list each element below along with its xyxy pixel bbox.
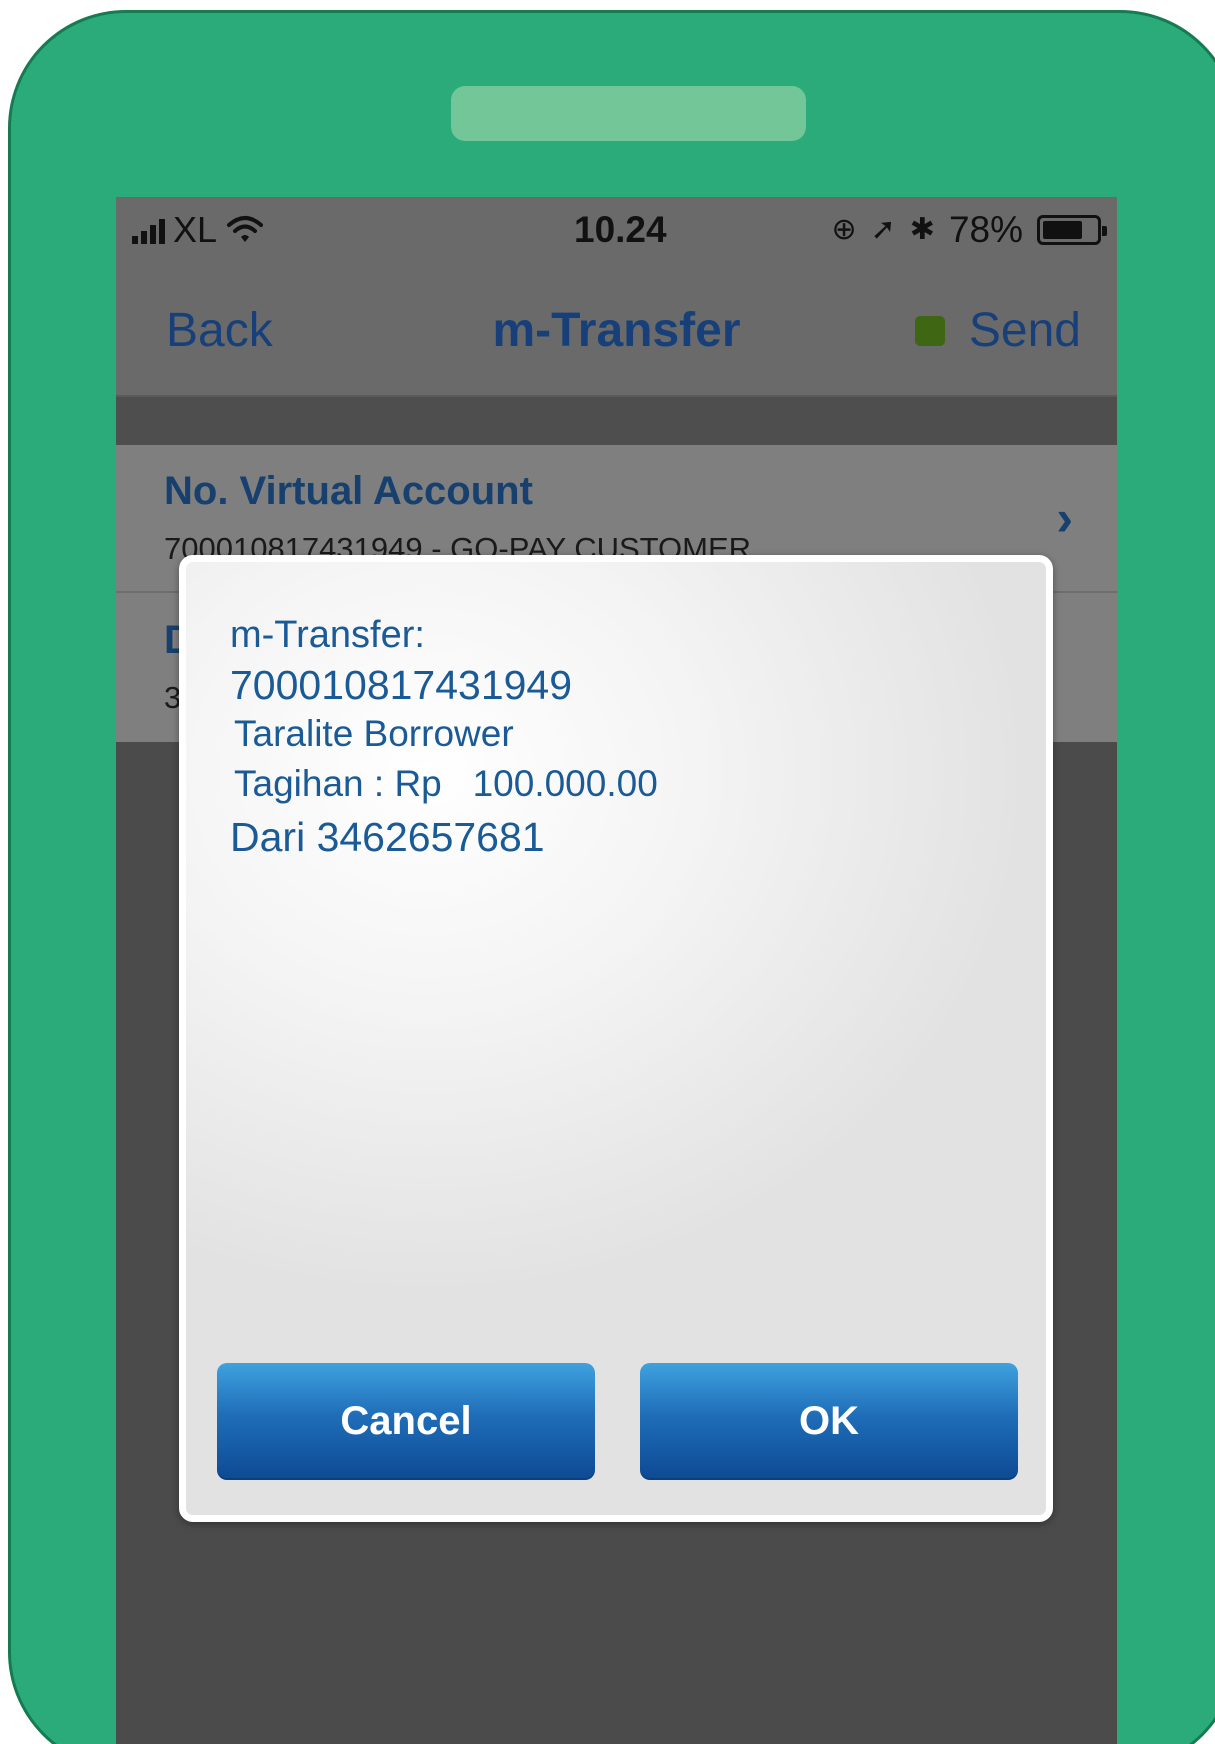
- battery-fill: [1043, 221, 1083, 239]
- section-gap: [116, 397, 1117, 445]
- bluetooth-icon: ✱: [909, 213, 935, 246]
- cancel-button[interactable]: Cancel: [217, 1363, 595, 1480]
- send-button[interactable]: Send: [914, 303, 1081, 358]
- signal-icon: [132, 216, 165, 244]
- orientation-lock-icon: ⊕: [831, 213, 857, 246]
- battery-percent: 78%: [948, 209, 1023, 250]
- dialog-line-source: Dari 3462657681: [230, 814, 545, 860]
- list-item-title: No. Virtual Account: [164, 469, 533, 513]
- battery-cap: [1102, 226, 1107, 236]
- carrier-name: XL: [173, 209, 218, 250]
- wifi-icon: [227, 216, 264, 242]
- confirmation-dialog: m-Transfer: 700010817431949 Taralite Bor…: [179, 555, 1053, 1522]
- location-icon: ➚: [870, 213, 896, 246]
- ok-button[interactable]: OK: [640, 1363, 1018, 1480]
- battery-icon: [1037, 215, 1107, 245]
- back-button[interactable]: Back: [166, 303, 273, 358]
- navigation-bar: Back m-Transfer Send: [116, 259, 1117, 397]
- dialog-line-bill-amount: Tagihan : Rp 100.000.00: [234, 763, 658, 804]
- dialog-line-recipient: Taralite Borrower: [234, 713, 514, 754]
- dialog-line-service: m-Transfer:: [230, 614, 425, 656]
- status-bar: XL 10.24 ⊕ ➚ ✱ 78%: [116, 197, 1117, 259]
- send-label: Send: [968, 304, 1081, 357]
- status-right: ⊕ ➚ ✱ 78%: [831, 209, 1107, 251]
- status-time: 10.24: [574, 209, 667, 250]
- dialog-message: m-Transfer: 700010817431949 Taralite Bor…: [230, 610, 658, 864]
- speaker-slot: [451, 86, 806, 141]
- dialog-line-account-number: 700010817431949: [230, 662, 573, 708]
- chevron-right-icon: ›: [1056, 490, 1073, 546]
- send-indicator-icon: [914, 315, 945, 346]
- status-left: XL: [132, 209, 265, 251]
